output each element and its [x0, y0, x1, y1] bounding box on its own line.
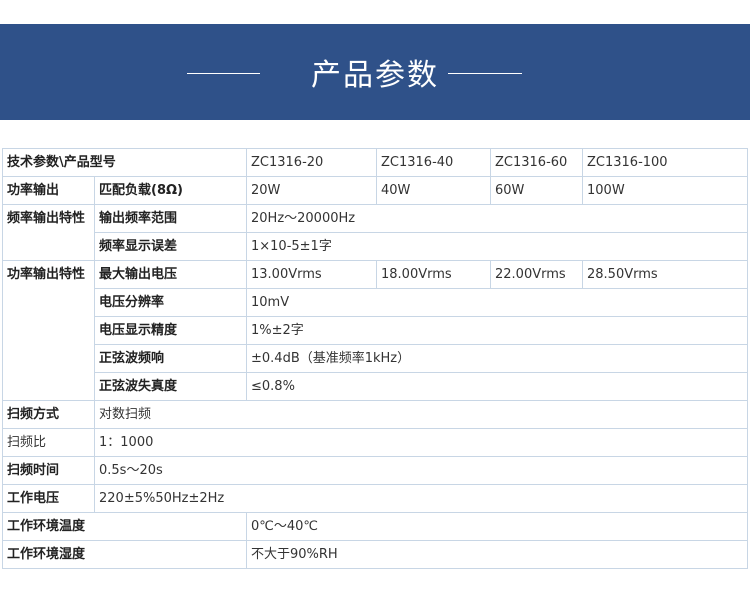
value-cell: 不大于90%RH — [246, 540, 748, 569]
row-label: 扫频比 — [2, 428, 95, 457]
parameters-table: 技术参数\产品型号 ZC1316-20 ZC1316-40 ZC1316-60 … — [2, 148, 748, 569]
param-label: 输出频率范围 — [94, 204, 247, 233]
param-label: 电压显示精度 — [94, 316, 247, 345]
table-row: 正弦波失真度 ≤0.8% — [3, 372, 748, 401]
table-row: 功率输出特性 最大输出电压 13.00Vrms 18.00Vrms 22.00V… — [2, 260, 748, 401]
value-cell: 0.5s～20s — [94, 456, 748, 485]
table-row: 功率输出 匹配负载(8Ω) 20W 40W 60W 100W — [2, 176, 748, 205]
table-row: 电压分辨率 10mV — [3, 288, 748, 317]
value-cell: 22.00Vrms — [490, 260, 583, 289]
value-cell: 1%±2字 — [246, 316, 748, 345]
value-cell: 1：1000 — [94, 428, 748, 457]
row-label: 扫频方式 — [2, 400, 95, 429]
row-label: 扫频时间 — [2, 456, 95, 485]
table-row: 频率输出特性 输出频率范围 20Hz～20000Hz — [2, 204, 748, 261]
value-cell: 1×10-5±1字 — [246, 232, 748, 261]
row-label: 工作电压 — [2, 484, 95, 513]
param-label: 正弦波失真度 — [94, 372, 247, 401]
model-cell: ZC1316-20 — [246, 148, 377, 177]
header-label: 技术参数\产品型号 — [2, 148, 247, 177]
value-cell: 20Hz～20000Hz — [246, 204, 748, 233]
table-row: 正弦波频响 ±0.4dB（基准频率1kHz） — [3, 344, 748, 373]
model-cell: ZC1316-60 — [490, 148, 583, 177]
value-cell: 18.00Vrms — [376, 260, 491, 289]
value-cell: 100W — [582, 176, 748, 205]
group-label: 频率输出特性 — [2, 204, 95, 261]
value-cell: 13.00Vrms — [246, 260, 377, 289]
title-banner: 产品参数 — [0, 24, 750, 120]
banner-title: 产品参数 — [311, 58, 439, 93]
row-label: 工作环境温度 — [2, 512, 247, 541]
param-label: 最大输出电压 — [94, 260, 247, 289]
param-label: 电压分辨率 — [94, 288, 247, 317]
value-cell: 28.50Vrms — [582, 260, 748, 289]
group-label: 功率输出 — [2, 176, 95, 205]
table-row: 工作环境湿度 不大于90%RH — [2, 540, 748, 569]
value-cell: 10mV — [246, 288, 748, 317]
param-label: 正弦波频响 — [94, 344, 247, 373]
table-row: 工作环境温度 0℃～40℃ — [2, 512, 748, 541]
table-row: 频率显示误差 1×10-5±1字 — [3, 232, 748, 261]
value-cell: 40W — [376, 176, 491, 205]
value-cell: 对数扫频 — [94, 400, 748, 429]
table-header-row: 技术参数\产品型号 ZC1316-20 ZC1316-40 ZC1316-60 … — [2, 148, 748, 177]
table-row: 扫频方式 对数扫频 — [2, 400, 748, 429]
value-cell: 220±5%50Hz±2Hz — [94, 484, 748, 513]
banner-divider-right — [448, 73, 522, 74]
row-label: 工作环境湿度 — [2, 540, 247, 569]
value-cell: ±0.4dB（基准频率1kHz） — [246, 344, 748, 373]
table-row: 扫频时间 0.5s～20s — [2, 456, 748, 485]
group-label: 功率输出特性 — [2, 260, 95, 401]
table-row: 工作电压 220±5%50Hz±2Hz — [2, 484, 748, 513]
value-cell: 20W — [246, 176, 377, 205]
table-row: 电压显示精度 1%±2字 — [3, 316, 748, 345]
model-cell: ZC1316-40 — [376, 148, 491, 177]
table-row: 扫频比 1：1000 — [2, 428, 748, 457]
param-label: 匹配负载(8Ω) — [94, 176, 247, 205]
value-cell: ≤0.8% — [246, 372, 748, 401]
param-label: 频率显示误差 — [94, 232, 247, 261]
value-cell: 0℃～40℃ — [246, 512, 748, 541]
value-cell: 60W — [490, 176, 583, 205]
model-cell: ZC1316-100 — [582, 148, 748, 177]
